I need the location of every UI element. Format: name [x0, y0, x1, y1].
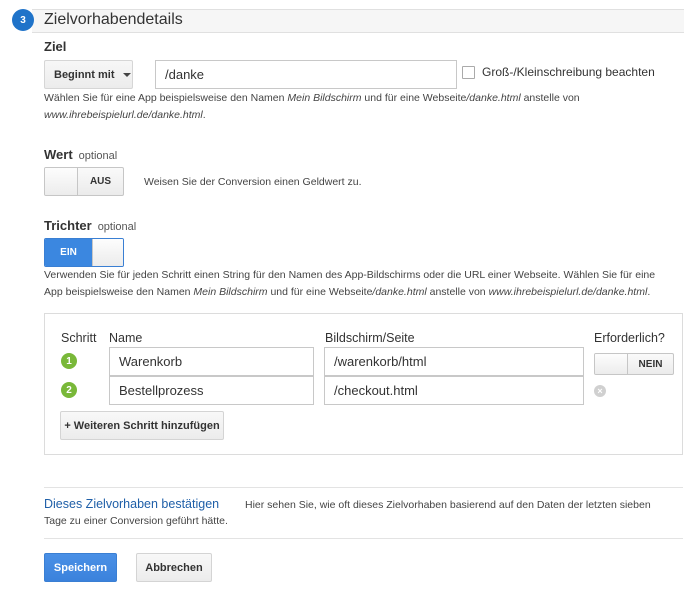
funnel-toggle-state: EIN — [45, 239, 92, 266]
section-header-top-border — [32, 9, 684, 10]
col-header-page: Bildschirm/Seite — [325, 331, 415, 345]
step-1-name-input[interactable]: Warenkorb — [109, 347, 314, 376]
value-label: Wert optional — [44, 147, 118, 162]
toggle-knob — [45, 168, 78, 195]
section-header-bottom-border — [32, 32, 684, 33]
goal-help-text: Wählen Sie für eine App beispielsweise d… — [44, 92, 580, 121]
step-1-required-toggle[interactable]: NEIN — [594, 353, 674, 375]
remove-step-icon[interactable]: × — [594, 385, 606, 397]
case-sensitive-checkbox[interactable] — [462, 66, 475, 79]
funnel-toggle[interactable]: EIN — [44, 238, 124, 267]
funnel-help-text: Verwenden Sie für jeden Schritt einen St… — [44, 269, 656, 298]
toggle-knob — [595, 354, 628, 374]
cancel-button[interactable]: Abbrechen — [136, 553, 212, 582]
save-button[interactable]: Speichern — [44, 553, 117, 582]
required-toggle-state: NEIN — [638, 358, 663, 370]
case-sensitive-label: Groß-/Kleinschreibung beachten — [482, 65, 655, 79]
verify-help-text-2: Tage zu einer Conversion geführt hätte. — [44, 515, 228, 527]
step-2-name-input[interactable]: Bestellprozess — [109, 376, 314, 405]
verify-goal-link[interactable]: Dieses Zielvorhaben bestätigen — [44, 497, 219, 511]
match-type-label: Beginnt mit — [54, 68, 115, 81]
col-header-step: Schritt — [61, 331, 97, 345]
value-toggle[interactable]: AUS — [44, 167, 124, 196]
add-step-button[interactable]: + Weiteren Schritt hinzufügen — [60, 411, 224, 440]
divider — [44, 538, 683, 539]
value-toggle-state: AUS — [89, 176, 112, 187]
value-optional-label: optional — [78, 150, 118, 162]
verify-help-text-1: Hier sehen Sie, wie oft dieses Zielvorha… — [245, 499, 651, 511]
col-header-required: Erforderlich? — [594, 331, 665, 345]
toggle-knob — [92, 239, 123, 266]
step-2-page-input[interactable]: /checkout.html — [324, 376, 584, 405]
step-number-badge: 3 — [12, 9, 34, 31]
chevron-down-icon — [122, 72, 131, 77]
section-title: Zielvorhabendetails — [44, 11, 183, 28]
step-1-page-input[interactable]: /warenkorb/html — [324, 347, 584, 376]
step-number-1: 1 — [61, 353, 77, 369]
funnel-optional-label: optional — [97, 221, 137, 233]
value-help-text: Weisen Sie der Conversion einen Geldwert… — [144, 176, 362, 188]
match-type-dropdown[interactable]: Beginnt mit — [44, 60, 133, 89]
goal-value-text: /danke — [165, 67, 205, 82]
col-header-name: Name — [109, 331, 143, 345]
divider — [44, 487, 683, 488]
goal-label: Ziel — [44, 39, 67, 54]
goal-value-input[interactable]: /danke — [155, 60, 457, 89]
step-number-2: 2 — [61, 382, 77, 398]
funnel-label: Trichter optional — [44, 218, 137, 233]
